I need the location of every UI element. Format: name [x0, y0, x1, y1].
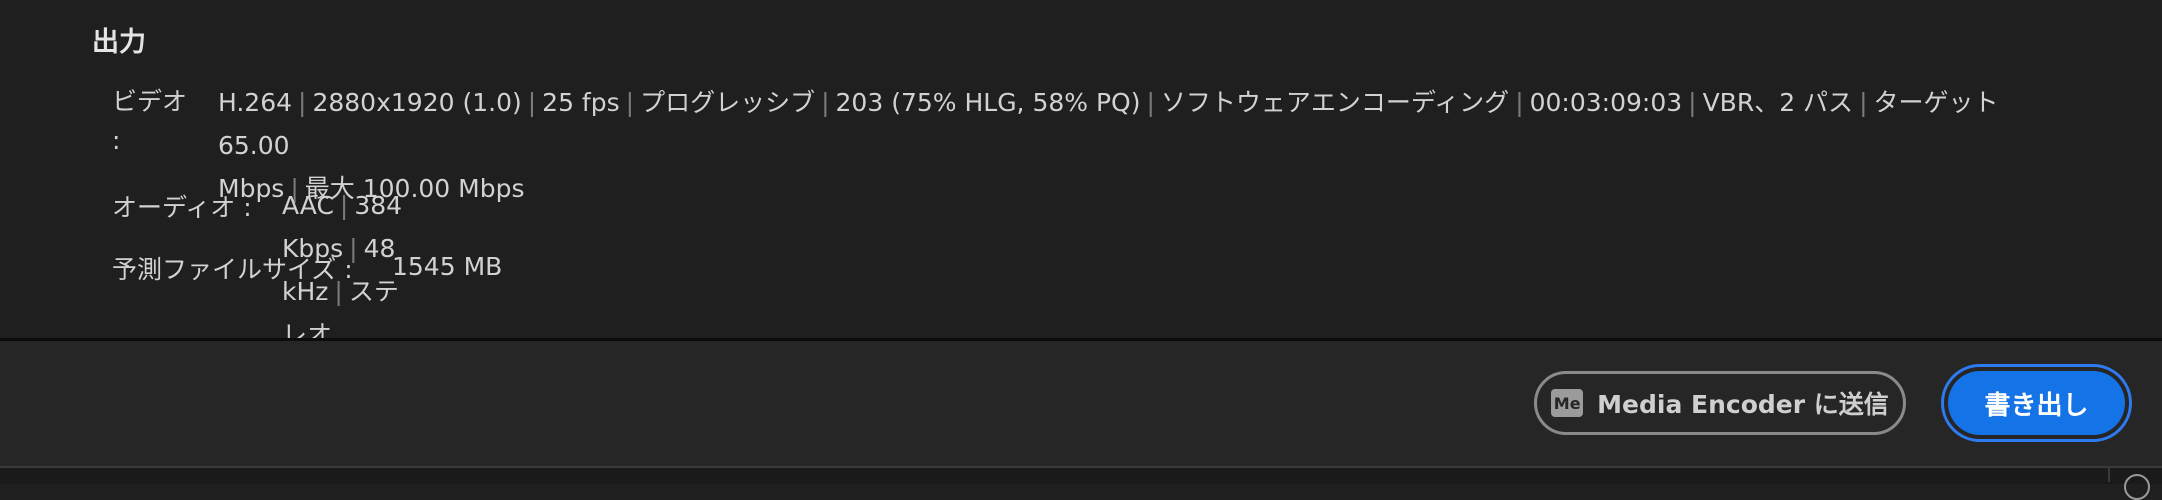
media-encoder-icon: Me — [1551, 389, 1584, 417]
video-encoding: ソフトウェアエンコーディング — [1160, 88, 1510, 117]
audio-codec: AAC — [282, 191, 334, 220]
export-button-focus-ring: 書き出し — [1941, 364, 2132, 442]
section-title: 出力 — [92, 27, 146, 58]
video-label: ビデオ — [112, 87, 188, 116]
video-codec: H.264 — [218, 88, 293, 117]
circle-icon[interactable] — [2124, 474, 2150, 500]
bottom-strip — [0, 466, 2162, 484]
video-color: 203 (75% HLG, 58% PQ) — [835, 88, 1141, 117]
send-to-media-encoder-button[interactable]: Me Media Encoder に送信 — [1534, 371, 1906, 435]
filesize-value: 1545 MB — [392, 252, 503, 281]
filesize-label: 予測ファイルサイズ : — [112, 255, 353, 284]
video-label-colon: : — [112, 126, 121, 155]
video-settings: H.264 | 2880x1920 (1.0) | 25 fps | プログレッシブ | 203… — [218, 88, 1999, 203]
export-button[interactable]: 書き出し — [1948, 371, 2125, 435]
video-resolution: 2880x1920 (1.0) — [312, 88, 522, 117]
audio-label: オーディオ : — [112, 193, 252, 222]
output-summary-panel: 出力 ビデオ : H.264 | 2880x1920 (1.0) | 25 fps | プロ… — [0, 0, 2162, 349]
video-bitrate-mode: VBR、2 パス — [1702, 88, 1854, 117]
video-fps: 25 fps — [542, 88, 620, 117]
video-duration: 00:03:09:03 — [1529, 88, 1683, 117]
send-button-label: Media Encoder に送信 — [1597, 390, 1889, 419]
export-button-label: 書き出し — [1984, 390, 2089, 421]
video-scan: プログレッシブ — [640, 88, 816, 117]
